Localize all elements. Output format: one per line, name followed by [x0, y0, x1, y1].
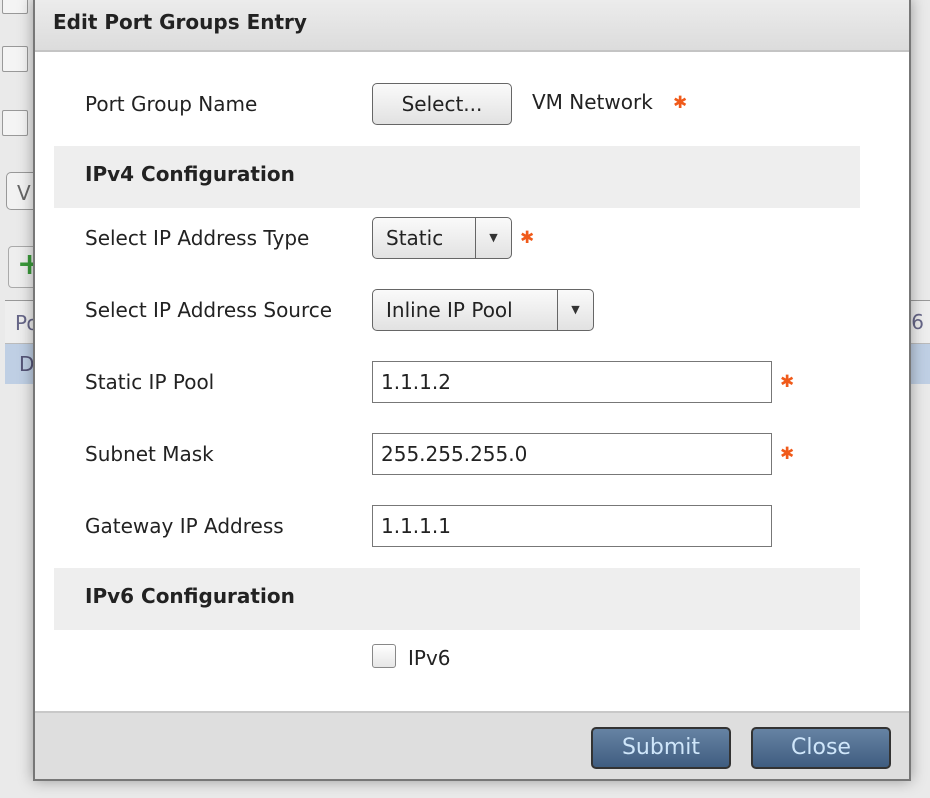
gateway-ip-input[interactable] [372, 505, 772, 547]
background-checkbox [2, 110, 28, 136]
submit-button[interactable]: Submit [591, 727, 731, 769]
ipv6-checkbox[interactable] [372, 644, 396, 668]
static-ip-pool-input[interactable] [372, 361, 772, 403]
ipv4-section-header: IPv4 Configuration [54, 146, 860, 208]
ipv6-section-header: IPv6 Configuration [54, 568, 860, 630]
gateway-ip-label: Gateway IP Address [85, 514, 284, 538]
close-button[interactable]: Close [751, 727, 891, 769]
ip-address-source-select[interactable]: Inline IP Pool ▼ [372, 289, 594, 331]
required-icon: ✱ [520, 228, 535, 248]
port-group-name-label: Port Group Name [85, 92, 258, 116]
ip-address-source-value: Inline IP Pool [386, 298, 513, 322]
required-icon: ✱ [780, 372, 795, 392]
subnet-mask-input[interactable] [372, 433, 772, 475]
ip-address-source-label: Select IP Address Source [85, 298, 333, 322]
background-checkbox [2, 46, 28, 72]
ip-address-type-select[interactable]: Static ▼ [372, 217, 512, 259]
chevron-down-icon[interactable]: ▼ [557, 290, 593, 330]
dialog-title: Edit Port Groups Entry [35, 0, 909, 52]
static-ip-pool-label: Static IP Pool [85, 370, 215, 394]
edit-port-groups-dialog: Edit Port Groups Entry Port Group Name S… [33, 0, 911, 781]
dialog-footer: Submit Close [35, 711, 909, 779]
subnet-mask-label: Subnet Mask [85, 442, 214, 466]
chevron-down-icon[interactable]: ▼ [475, 218, 511, 258]
port-group-name-value: VM Network [532, 90, 653, 114]
select-port-group-button[interactable]: Select... [372, 83, 512, 125]
ip-address-type-value: Static [386, 226, 444, 250]
background-checkbox [2, 0, 28, 14]
required-icon: ✱ [673, 93, 688, 113]
ipv6-checkbox-label: IPv6 [408, 646, 451, 670]
ip-address-type-label: Select IP Address Type [85, 226, 310, 250]
background-table-header-right: 6 [911, 310, 924, 334]
required-icon: ✱ [780, 444, 795, 464]
